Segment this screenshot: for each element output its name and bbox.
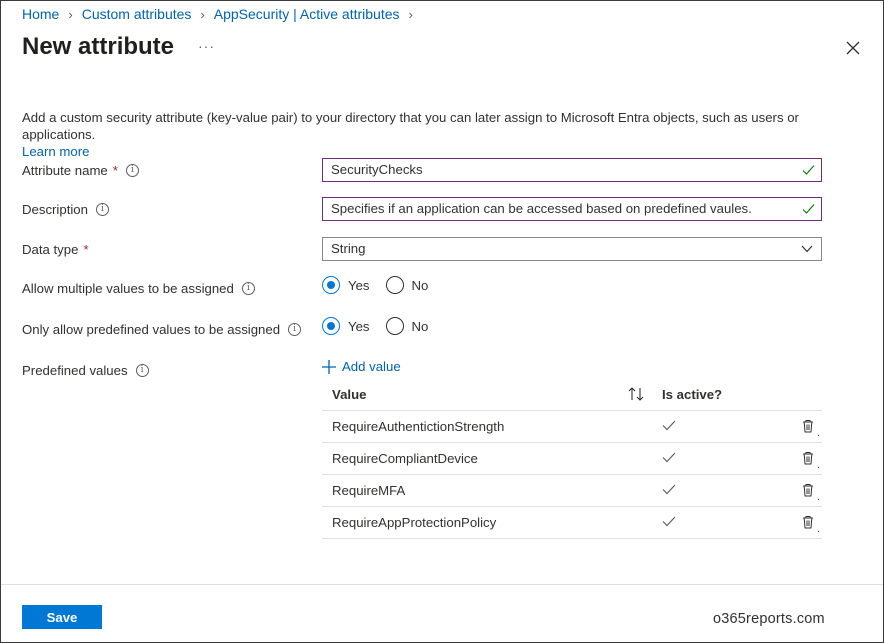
description-field[interactable]: Specifies if an application can be acces…: [322, 197, 822, 221]
multiple-values-label: Allow multiple values to be assigned i: [22, 281, 255, 296]
checkmark-icon: [802, 204, 815, 214]
predefined-values-table: Value Is active? RequireAuthentictionStr…: [322, 379, 822, 539]
table-row[interactable]: RequireAuthentictionStrength.: [322, 411, 822, 443]
predefined-only-radio-group: Yes No: [322, 317, 444, 335]
trash-icon[interactable]: [802, 515, 814, 529]
row-more-indicator: .: [817, 524, 820, 535]
row-more-indicator: .: [817, 428, 820, 439]
row-more-indicator: .: [817, 460, 820, 471]
description-value: Specifies if an application can be acces…: [331, 201, 752, 216]
add-value-button[interactable]: Add value: [322, 359, 401, 374]
info-icon[interactable]: i: [135, 364, 149, 377]
predefined-values-label: Predefined values i: [22, 363, 149, 378]
row-more-indicator: .: [817, 492, 820, 503]
trash-icon[interactable]: [802, 419, 814, 433]
checkmark-icon: [802, 165, 815, 175]
row-value: RequireAppProtectionPolicy: [332, 515, 497, 530]
multiple-values-radio-group: Yes No: [322, 276, 444, 294]
radio-no-label: No: [411, 277, 429, 293]
data-type-value: String: [331, 241, 366, 256]
more-options-button[interactable]: ···: [198, 38, 215, 54]
checkmark-icon: [662, 516, 676, 527]
table-row[interactable]: RequireCompliantDevice.: [322, 443, 822, 475]
description-label: Description i: [22, 202, 109, 217]
page-title: New attribute: [22, 33, 175, 60]
checkmark-icon: [662, 452, 676, 463]
predefined-only-label: Only allow predefined values to be assig…: [22, 322, 302, 337]
predefined-only-label-text: Only allow predefined values to be assig…: [22, 322, 281, 337]
info-icon[interactable]: i: [95, 203, 109, 216]
predefined-only-yes-radio[interactable]: [322, 317, 340, 335]
row-value: RequireAuthentictionStrength: [332, 419, 505, 434]
chevron-right-icon: ›: [408, 6, 413, 22]
sort-icon[interactable]: [627, 386, 645, 402]
learn-more-link[interactable]: Learn more: [22, 144, 89, 159]
watermark: o365reports.com: [713, 611, 825, 627]
predefined-values-label-text: Predefined values: [22, 363, 128, 378]
chevron-right-icon: ›: [68, 6, 73, 22]
info-icon[interactable]: i: [125, 164, 139, 177]
radio-yes-label: Yes: [348, 277, 370, 293]
attribute-name-value: SecurityChecks: [331, 162, 423, 177]
table-body: RequireAuthentictionStrength. RequireComp…: [322, 411, 822, 539]
breadcrumb-home[interactable]: Home: [22, 6, 59, 22]
checkmark-icon: [662, 484, 676, 495]
attribute-name-field[interactable]: SecurityChecks: [322, 158, 822, 182]
column-header-value[interactable]: Value: [332, 387, 366, 402]
info-icon[interactable]: i: [288, 323, 302, 336]
save-button[interactable]: Save: [22, 605, 102, 629]
attribute-name-label: Attribute name * i: [22, 163, 139, 178]
column-header-is-active[interactable]: Is active?: [662, 387, 722, 402]
description-text: Add a custom security attribute (key-val…: [22, 110, 799, 142]
close-icon[interactable]: [845, 40, 861, 56]
breadcrumb: Home › Custom attributes › AppSecurity |…: [22, 6, 422, 22]
radio-yes-label: Yes: [348, 318, 370, 334]
checkmark-icon: [662, 420, 676, 431]
footer-divider: [1, 584, 883, 585]
row-value: RequireMFA: [332, 483, 406, 498]
table-header: Value Is active?: [322, 379, 822, 411]
multiple-values-yes-radio[interactable]: [322, 276, 340, 294]
multiple-values-no-radio[interactable]: [385, 276, 404, 294]
required-marker: *: [83, 242, 89, 257]
plus-icon: [322, 359, 336, 374]
radio-no-label: No: [411, 318, 429, 334]
info-icon[interactable]: i: [241, 282, 255, 295]
breadcrumb-appsecurity[interactable]: AppSecurity | Active attributes: [214, 6, 400, 22]
data-type-label: Data type *: [22, 242, 89, 257]
add-value-label: Add value: [342, 359, 401, 374]
multiple-values-label-text: Allow multiple values to be assigned: [22, 281, 234, 296]
required-marker: *: [112, 163, 118, 178]
description-label-text: Description: [22, 202, 88, 217]
data-type-dropdown[interactable]: String: [322, 237, 822, 261]
predefined-only-no-radio[interactable]: [385, 317, 404, 335]
chevron-down-icon: [801, 245, 813, 253]
table-row[interactable]: RequireMFA.: [322, 475, 822, 507]
chevron-right-icon: ›: [200, 6, 205, 22]
data-type-label-text: Data type: [22, 242, 79, 257]
breadcrumb-custom-attributes[interactable]: Custom attributes: [82, 6, 192, 22]
attribute-name-label-text: Attribute name: [22, 163, 108, 178]
page-description: Add a custom security attribute (key-val…: [22, 109, 872, 160]
trash-icon[interactable]: [802, 483, 814, 497]
trash-icon[interactable]: [802, 451, 814, 465]
table-row[interactable]: RequireAppProtectionPolicy.: [322, 507, 822, 539]
row-value: RequireCompliantDevice: [332, 451, 478, 466]
